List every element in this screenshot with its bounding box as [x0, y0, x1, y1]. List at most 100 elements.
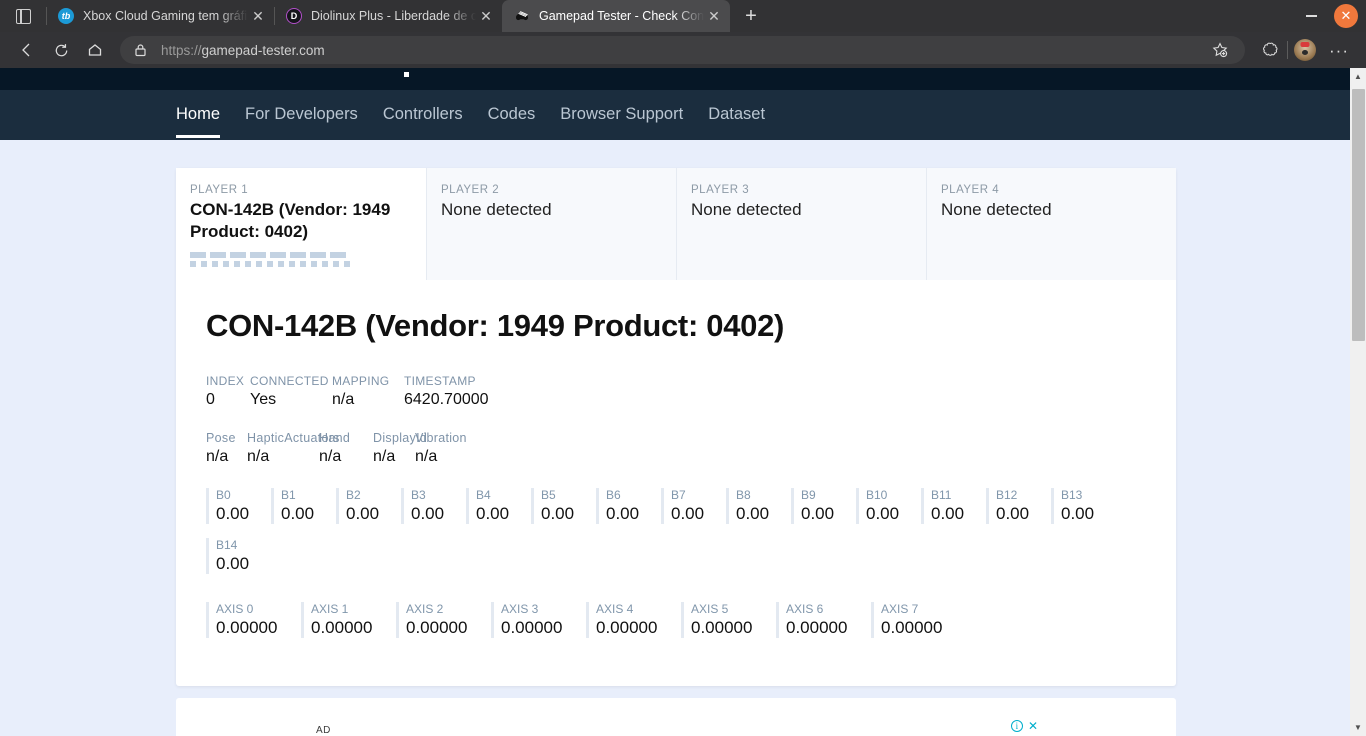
meta-value: n/a	[247, 448, 270, 465]
browser-tab-2[interactable]: D Diolinux Plus - Liberdade de c ✕	[274, 0, 502, 32]
add-favorite-icon[interactable]	[1209, 39, 1231, 61]
button-cell: B9 0.00	[791, 488, 856, 524]
url-scheme: https://	[161, 42, 202, 58]
meta-label: TIMESTAMP	[404, 374, 476, 388]
axis-cell: AXIS 3 0.00000	[491, 602, 586, 638]
nav-item-for-developers[interactable]: For Developers	[245, 93, 358, 138]
back-icon[interactable]	[10, 35, 44, 65]
browser-toolbar: https://gamepad-tester.com ···	[0, 32, 1366, 68]
collections-icon[interactable]	[1253, 35, 1287, 65]
page-title: CON-142B (Vendor: 1949 Product: 0402)	[206, 308, 785, 343]
button-cell: B10 0.00	[856, 488, 921, 524]
player-tab-1[interactable]: PLAYER 1 CON-142B (Vendor: 1949 Product:…	[176, 168, 426, 280]
button-label: B1	[281, 488, 296, 502]
button-value: 0.00	[216, 504, 250, 523]
axis-label: AXIS 4	[596, 602, 634, 616]
player-tabs: PLAYER 1 CON-142B (Vendor: 1949 Product:…	[176, 168, 1176, 280]
nav-item-codes[interactable]: Codes	[488, 93, 536, 138]
profile-button[interactable]	[1288, 35, 1322, 65]
player-activity-indicators	[190, 252, 412, 268]
button-cell: B12 0.00	[986, 488, 1051, 524]
player-tab-4[interactable]: PLAYER 4 None detected	[926, 168, 1176, 280]
new-tab-button[interactable]: +	[736, 1, 766, 31]
meta-value: n/a	[373, 448, 396, 465]
axis-value: 0.00000	[501, 618, 563, 637]
button-value: 0.00	[606, 504, 640, 523]
home-icon[interactable]	[78, 35, 112, 65]
player-tab-3[interactable]: PLAYER 3 None detected	[676, 168, 926, 280]
scroll-up-arrow-icon[interactable]: ▲	[1350, 68, 1366, 85]
close-tab-icon[interactable]: ✕	[704, 6, 724, 26]
xbox-favicon: tb	[58, 8, 74, 24]
nav-item-dataset[interactable]: Dataset	[708, 93, 765, 138]
close-tab-icon[interactable]: ✕	[248, 6, 268, 26]
meta-haptic-actuators: HapticActuators n/a	[247, 431, 340, 466]
meta-label: Vibration	[415, 431, 467, 445]
ad-close-icon[interactable]: ✕	[1028, 720, 1038, 732]
gamepad-card: PLAYER 1 CON-142B (Vendor: 1949 Product:…	[176, 168, 1176, 686]
sidebar-toggle-button[interactable]	[0, 0, 46, 32]
lock-icon	[134, 43, 147, 57]
button-value: 0.00	[216, 554, 250, 573]
player-label: PLAYER 1	[190, 184, 249, 196]
browser-tab-1[interactable]: tb Xbox Cloud Gaming tem gráfic ✕	[46, 0, 274, 32]
nav-item-browser-support[interactable]: Browser Support	[560, 93, 683, 138]
browser-tab-3[interactable]: Gamepad Tester - Check Contr ✕	[502, 0, 730, 32]
axis-label: AXIS 0	[216, 602, 254, 616]
meta-label: INDEX	[206, 374, 245, 388]
axis-label: AXIS 7	[881, 602, 919, 616]
reload-icon[interactable]	[44, 35, 78, 65]
axis-value: 0.00000	[691, 618, 753, 637]
address-bar-actions	[1209, 39, 1231, 61]
gamepad-details: CON-142B (Vendor: 1949 Product: 0402) IN…	[176, 280, 1176, 686]
button-cell: B1 0.00	[271, 488, 336, 524]
meta-value: n/a	[415, 448, 438, 465]
meta-label: HapticActuators	[247, 431, 340, 445]
button-value: 0.00	[736, 504, 770, 523]
axis-cell: AXIS 7 0.00000	[871, 602, 966, 638]
button-value: 0.00	[411, 504, 445, 523]
button-cell: B0 0.00	[206, 488, 271, 524]
more-options-icon[interactable]: ···	[1322, 35, 1356, 65]
button-cell: B13 0.00	[1051, 488, 1116, 524]
page-scrollbar[interactable]: ▲ ▼	[1350, 68, 1366, 736]
player-tab-2[interactable]: PLAYER 2 None detected	[426, 168, 676, 280]
meta-timestamp: TIMESTAMP 6420.70000	[404, 374, 489, 409]
button-cell: B4 0.00	[466, 488, 531, 524]
button-label: B10	[866, 488, 888, 502]
button-cell: B3 0.00	[401, 488, 466, 524]
close-window-button[interactable]: ✕	[1334, 4, 1358, 28]
address-bar[interactable]: https://gamepad-tester.com	[120, 36, 1245, 64]
button-label: B11	[931, 488, 952, 502]
button-value: 0.00	[866, 504, 900, 523]
web-page: Home For Developers Controllers Codes Br…	[0, 68, 1350, 736]
meta-hand: Hand n/a	[319, 431, 373, 466]
nav-item-controllers[interactable]: Controllers	[383, 93, 463, 138]
nav-item-home[interactable]: Home	[176, 93, 221, 138]
meta-value: 6420.70000	[404, 391, 489, 408]
gamepad-favicon	[514, 8, 530, 24]
button-cell: B7 0.00	[661, 488, 726, 524]
window-controls: ✕	[1298, 0, 1358, 32]
button-value: 0.00	[281, 504, 315, 523]
axis-label: AXIS 6	[786, 602, 824, 616]
player-label: PLAYER 4	[941, 184, 1000, 196]
button-indicator-row	[190, 261, 412, 268]
gamepad-meta-secondary: Pose n/a HapticActuators n/a Hand n/a Di…	[206, 431, 1146, 466]
meta-label: DisplayId	[373, 431, 428, 445]
button-label: B0	[216, 488, 231, 502]
meta-pose: Pose n/a	[206, 431, 247, 466]
axis-value: 0.00000	[216, 618, 278, 637]
scroll-down-arrow-icon[interactable]: ▼	[1350, 719, 1366, 736]
close-tab-icon[interactable]: ✕	[476, 6, 496, 26]
url-text[interactable]: https://gamepad-tester.com	[161, 43, 325, 58]
button-cell: B6 0.00	[596, 488, 661, 524]
button-value: 0.00	[801, 504, 835, 523]
axis-label: AXIS 5	[691, 602, 729, 616]
scrollbar-thumb[interactable]	[1352, 89, 1365, 341]
url-host: gamepad-tester.com	[201, 42, 325, 58]
minimize-button[interactable]	[1298, 3, 1324, 29]
button-label: B5	[541, 488, 556, 502]
button-value: 0.00	[996, 504, 1030, 523]
ad-info-icon[interactable]: i	[1010, 720, 1023, 732]
